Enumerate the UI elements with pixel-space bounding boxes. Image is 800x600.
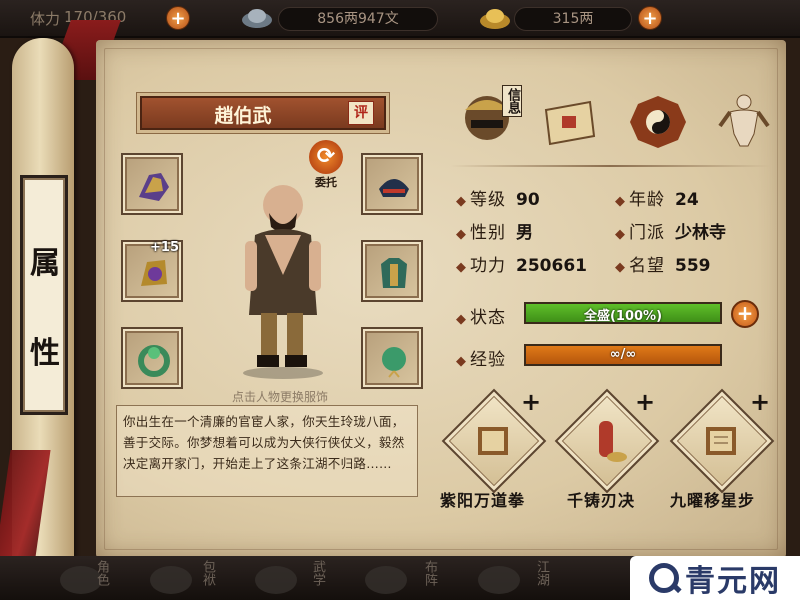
equip-slot-ring[interactable] [121, 327, 183, 389]
watermark-logo: 青元网 [630, 556, 800, 600]
bagua-icon[interactable] [628, 92, 688, 152]
equip-slot-hat[interactable] [361, 153, 423, 215]
watermark-text: 青元网 [685, 564, 781, 599]
add-stamina-button[interactable]: + [166, 6, 190, 30]
martial-book-icon [478, 427, 508, 455]
level-label: 等级 [470, 190, 506, 210]
bracer-icon [141, 260, 167, 286]
fame-value: 559 [675, 256, 711, 276]
power-value: 250661 [516, 256, 587, 276]
equip-slot-pendant[interactable] [361, 327, 423, 389]
gauntlet-icon [139, 173, 169, 201]
delegate-icon: ⟳ [309, 140, 343, 174]
stat-sect: ◆ 门派 少林寺 [615, 223, 726, 243]
side-scroll: 属 性 [0, 20, 121, 600]
scroll-document-icon[interactable] [540, 92, 600, 152]
jade-pendant-icon [382, 347, 406, 378]
age-value: 24 [675, 190, 699, 210]
gender-value: 男 [516, 223, 533, 243]
top-resource-bar: 体力 170/360 + 856两947文 315两 + [0, 0, 800, 38]
character-name: 趙伯武 [214, 105, 272, 127]
skill-name-2: 千铸刃决 [567, 491, 636, 510]
add-skill-3-icon[interactable]: + [750, 388, 770, 416]
scroll-title-char-1: 属 [30, 246, 60, 281]
equip-slot-gloves[interactable] [121, 153, 183, 215]
equip-slot-bracer[interactable]: +15 [121, 240, 183, 302]
add-skill-1-icon[interactable]: + [521, 388, 541, 416]
rate-button[interactable]: 评 [348, 101, 374, 125]
scroll-title-char-2: 性 [30, 336, 60, 371]
stat-fame: ◆ 名望 559 [615, 256, 711, 276]
status-bar: 全盛(100%) [524, 302, 722, 324]
footwork-book-icon [706, 427, 736, 455]
stat-gender: ◆ 性别男 [456, 223, 533, 243]
nav-tab-formation-label: 布阵 [422, 560, 437, 586]
equip-slot-armor[interactable] [361, 240, 423, 302]
ingot-display: 315两 [514, 7, 632, 31]
exp-bar: ∞/∞ [524, 344, 722, 366]
hat-icon [379, 179, 409, 197]
add-ingot-button[interactable]: + [638, 6, 662, 30]
change-outfit-hint: 点击人物更换服饰 [231, 390, 328, 404]
nav-tab-world[interactable] [478, 566, 520, 594]
watermark-q-icon [649, 563, 679, 593]
nav-tab-role-label: 角色 [94, 560, 109, 586]
add-skill-2-icon[interactable]: + [635, 388, 655, 416]
nav-tab-martial-label: 武学 [310, 560, 325, 586]
sect-value: 少林寺 [675, 223, 726, 243]
attributes-tab-label[interactable]: 属 性 [20, 175, 68, 415]
exp-label: 经验 [470, 350, 506, 370]
skill-name-3: 九曜移星步 [670, 491, 756, 510]
power-label: 功力 [470, 256, 506, 276]
age-label: 年龄 [629, 190, 665, 210]
enhance-level-badge: +15 [150, 240, 179, 255]
character-name-banner: 趙伯武 评 [140, 96, 386, 130]
stat-exp: ◆ 经验 [456, 350, 506, 370]
armor-icon [381, 258, 407, 288]
skill-name-1: 紫阳万道拳 [440, 491, 526, 510]
gender-label: 性别 [470, 223, 506, 243]
character-biography: 你出生在一个清廉的官宦人家，你天生玲珑八面，善于交际。你梦想着可以成为大侠行侠仗… [116, 405, 418, 497]
stat-status: ◆ 状态 [456, 308, 506, 328]
stat-age: ◆ 年龄 24 [615, 190, 699, 210]
level-value: 90 [516, 190, 540, 210]
nav-tab-martial[interactable] [255, 566, 297, 594]
stat-level: ◆ 等级 90 [456, 190, 540, 210]
blade-scroll-icon [599, 421, 627, 462]
nav-tab-bag-label: 包袱 [200, 560, 215, 586]
stats-divider [450, 165, 770, 167]
gold-ingot-icon [480, 9, 510, 29]
status-bar-text: 全盛(100%) [583, 309, 663, 324]
fame-label: 名望 [629, 256, 665, 276]
meridian-body-icon[interactable] [714, 90, 774, 150]
jade-ring-icon [138, 345, 170, 377]
stat-power: ◆ 功力 250661 [456, 256, 587, 276]
info-tab-label[interactable]: 信息 [502, 85, 522, 117]
status-label: 状态 [470, 308, 506, 328]
exp-bar-text: ∞/∞ [609, 347, 637, 362]
sect-label: 门派 [629, 223, 665, 243]
silver-coin-icon [242, 9, 272, 28]
nav-tab-formation[interactable] [365, 566, 407, 594]
nav-tab-bag[interactable] [150, 566, 192, 594]
character-avatar[interactable] [225, 175, 340, 380]
money-display: 856两947文 [278, 7, 438, 31]
restore-status-button[interactable]: + [731, 300, 759, 328]
nav-tab-world-label: 江湖 [534, 560, 549, 586]
